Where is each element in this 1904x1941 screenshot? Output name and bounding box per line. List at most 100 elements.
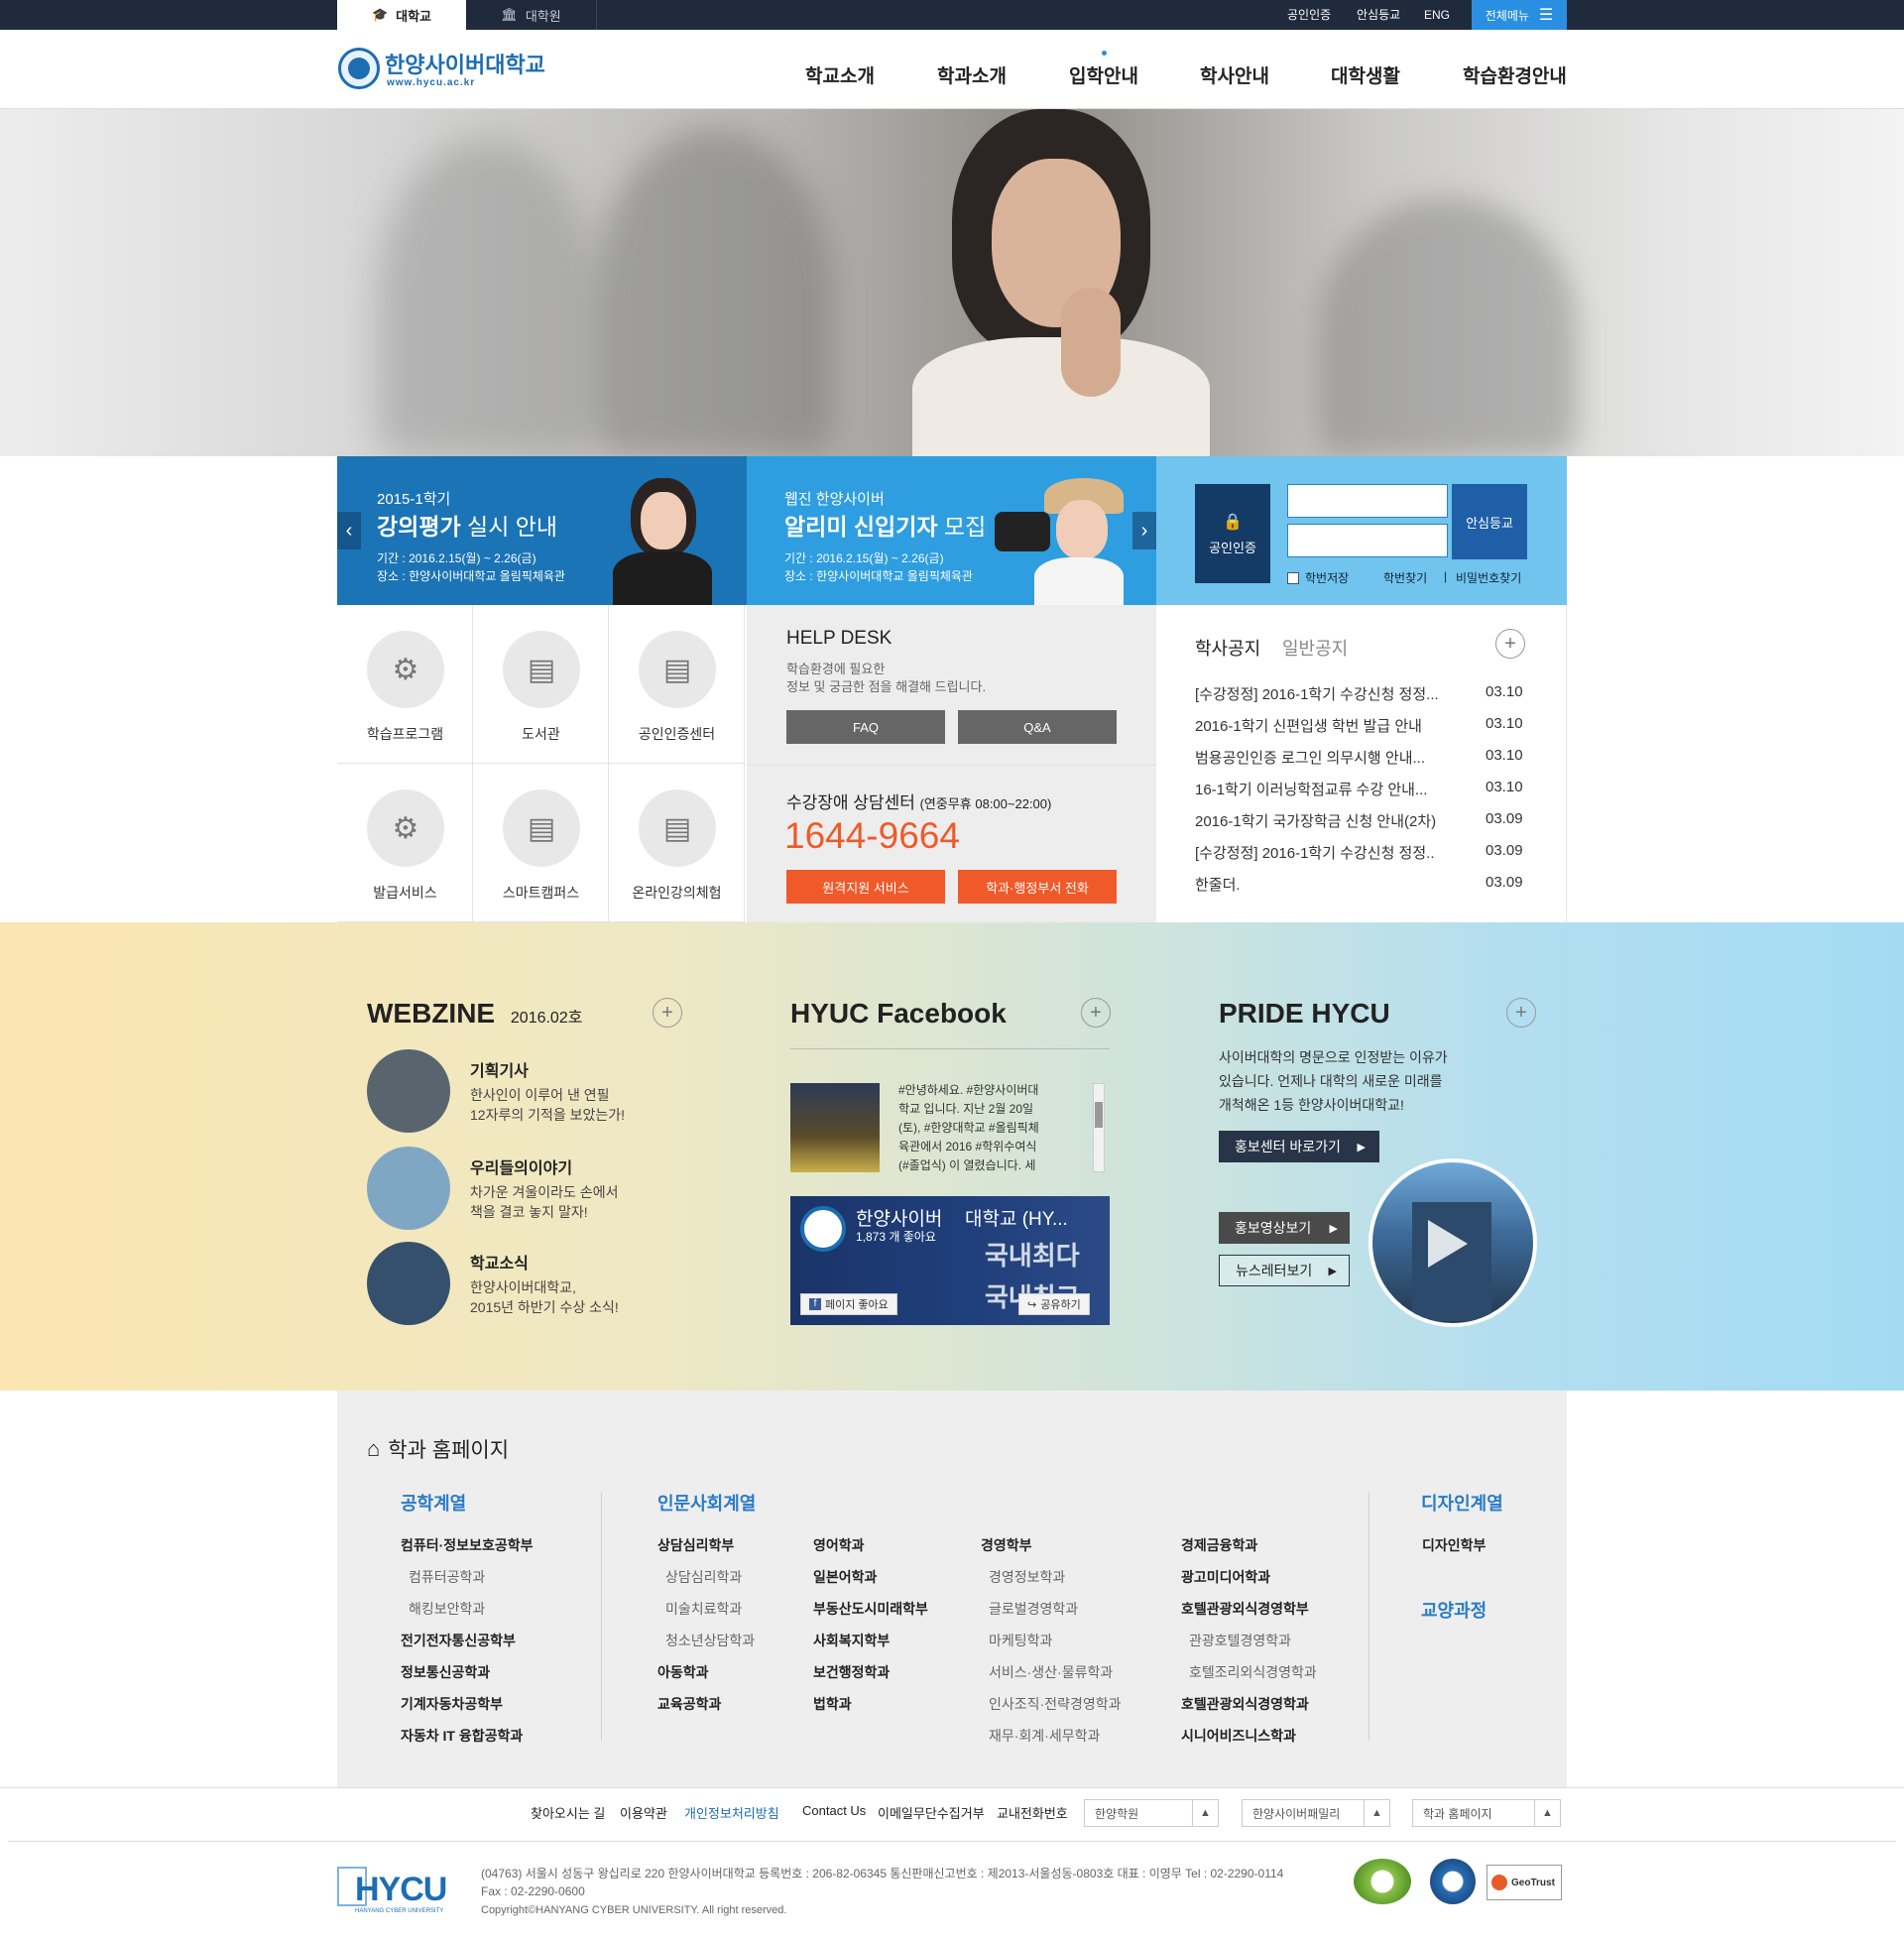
- category-liberal-arts[interactable]: 교양과정: [1421, 1597, 1487, 1623]
- logo-name[interactable]: 한양사이버대학교: [385, 48, 545, 79]
- tab-academic-notice[interactable]: 학사공지: [1195, 635, 1260, 661]
- quick-smart-campus[interactable]: ▤ 스마트캠퍼스: [473, 764, 609, 922]
- dept-link[interactable]: 경제금융학과: [1181, 1535, 1257, 1555]
- facebook-more-button[interactable]: +: [1081, 998, 1111, 1028]
- top-link-certificate[interactable]: 공인인증: [1287, 0, 1331, 30]
- dept-link[interactable]: 보건행정학과: [813, 1662, 890, 1682]
- facebook-like-button[interactable]: f 페이지 좋아요: [800, 1293, 897, 1315]
- nav-learning-env[interactable]: 학습환경안내: [1463, 61, 1567, 88]
- notice-item[interactable]: 범용공인인증 로그인 의무시행 안내...: [1195, 747, 1532, 768]
- select-dept-homepage[interactable]: 학과 홈페이지 ▲: [1412, 1799, 1561, 1827]
- dept-link[interactable]: 사회복지학부: [813, 1631, 890, 1650]
- student-id-input[interactable]: [1287, 484, 1448, 518]
- sub-dept-link[interactable]: 서비스·생산·물류학과: [989, 1662, 1113, 1682]
- dept-link[interactable]: 정보통신공학과: [401, 1662, 490, 1682]
- webzine-item-title[interactable]: 우리들의이야기: [470, 1154, 572, 1178]
- remote-support-button[interactable]: 원격지원 서비스: [786, 870, 945, 904]
- sub-dept-link[interactable]: 호텔조리외식경영학과: [1189, 1662, 1317, 1682]
- dept-link[interactable]: 시니어비즈니스학과: [1181, 1726, 1296, 1746]
- dept-link[interactable]: 부동산도시미래학부: [813, 1599, 928, 1619]
- footer-link-privacy[interactable]: 개인정보처리방침: [684, 1803, 779, 1822]
- sub-dept-link[interactable]: 재무·회계·세무학과: [989, 1726, 1100, 1746]
- tab-general-notice[interactable]: 일반공지: [1282, 635, 1348, 661]
- facebook-page-plugin[interactable]: 한양사이버 대학교 (HY... 1,873 개 좋아요 국내최다 국내최고 f…: [790, 1196, 1110, 1325]
- select-hycu-family[interactable]: 한양사이버패밀리 ▲: [1242, 1799, 1390, 1827]
- dept-link[interactable]: 컴퓨터·정보보호공학부: [401, 1535, 533, 1555]
- dept-link[interactable]: 상담심리학부: [657, 1535, 734, 1555]
- nav-dept-intro[interactable]: 학과소개: [937, 61, 1007, 88]
- nav-academic[interactable]: 학사안내: [1200, 61, 1269, 88]
- facebook-scrollbar[interactable]: [1093, 1083, 1105, 1172]
- footer-link-no-email[interactable]: 이메일무단수집거부: [878, 1803, 985, 1822]
- dept-link[interactable]: 교육공학과: [657, 1694, 721, 1714]
- save-id-checkbox[interactable]: 학번저장: [1287, 569, 1349, 586]
- dept-link[interactable]: 경영학부: [981, 1535, 1032, 1555]
- notice-item[interactable]: [수강정정] 2016-1학기 수강신청 정정...: [1195, 683, 1532, 704]
- tab-graduate-school[interactable]: 🏛 대학원: [466, 0, 597, 30]
- quick-library[interactable]: ▤ 도서관: [473, 605, 609, 764]
- logo-emblem-icon[interactable]: [338, 48, 380, 89]
- dept-link[interactable]: 자동차 IT 융합공학과: [401, 1726, 523, 1746]
- notice-item[interactable]: 한줄더.: [1195, 874, 1532, 895]
- dept-phone-button[interactable]: 학과·행정부서 전화: [958, 870, 1117, 904]
- notice-item[interactable]: 16-1학기 이러닝학점교류 수강 안내...: [1195, 779, 1532, 799]
- qna-button[interactable]: Q&A: [958, 710, 1117, 744]
- dept-link[interactable]: 호텔관광외식경영학부: [1181, 1599, 1309, 1619]
- webzine-thumb-pencils[interactable]: [367, 1049, 450, 1133]
- top-link-eng[interactable]: ENG: [1424, 0, 1450, 30]
- pr-center-button[interactable]: 홍보센터 바로가기 ▶: [1219, 1131, 1379, 1162]
- footer-link-directions[interactable]: 찾아오시는 길: [531, 1803, 605, 1822]
- banner-next-button[interactable]: ›: [1132, 512, 1156, 549]
- notice-item[interactable]: 2016-1학기 신편입생 학번 발급 안내: [1195, 715, 1532, 736]
- sub-dept-link[interactable]: 컴퓨터공학과: [409, 1567, 485, 1587]
- footer-link-contact[interactable]: Contact Us: [802, 1803, 866, 1818]
- promo-video-button[interactable]: 홍보영상보기 ▶: [1219, 1212, 1350, 1244]
- banner-lecture-evaluation[interactable]: 2015-1학기 강의평가 실시 안내 기간 : 2016.2.15(월) ~ …: [337, 456, 747, 605]
- sub-dept-link[interactable]: 청소년상담학과: [665, 1631, 755, 1650]
- sub-dept-link[interactable]: 해킹보안학과: [409, 1599, 485, 1619]
- select-hanyang-foundation[interactable]: 한양학원 ▲: [1084, 1799, 1219, 1827]
- find-id-link[interactable]: 학번찾기: [1383, 569, 1427, 586]
- dept-link[interactable]: 아동학과: [657, 1662, 709, 1682]
- facebook-share-button[interactable]: ↪ 공유하기: [1018, 1293, 1090, 1315]
- dept-link[interactable]: 전기전자통신공학부: [401, 1631, 516, 1650]
- webzine-thumb-trophy[interactable]: [367, 1242, 450, 1325]
- safe-attendance-button[interactable]: 안심등교: [1452, 484, 1527, 559]
- sub-dept-link[interactable]: 미술치료학과: [665, 1599, 742, 1619]
- webzine-item-title[interactable]: 학교소식: [470, 1250, 529, 1274]
- promo-video-thumbnail[interactable]: [1368, 1158, 1537, 1327]
- top-link-safe-attendance[interactable]: 안심등교: [1357, 0, 1400, 30]
- sub-dept-link[interactable]: 글로벌경영학과: [989, 1599, 1078, 1619]
- sub-dept-link[interactable]: 마케팅학과: [989, 1631, 1052, 1650]
- nav-admission[interactable]: 입학안내: [1069, 61, 1138, 88]
- cert-login-button[interactable]: 🔒 공인인증: [1195, 484, 1270, 583]
- all-menu-button[interactable]: 전체메뉴 ☰: [1472, 0, 1567, 30]
- webzine-item-title[interactable]: 기획기사: [470, 1057, 529, 1081]
- dept-link[interactable]: 기계자동차공학부: [401, 1694, 503, 1714]
- footer-link-terms[interactable]: 이용약관: [620, 1803, 667, 1822]
- password-input[interactable]: [1287, 524, 1448, 557]
- banner-prev-button[interactable]: ‹: [337, 512, 361, 549]
- sub-dept-link[interactable]: 관광호텔경영학과: [1189, 1631, 1291, 1650]
- footer-link-phone[interactable]: 교내전화번호: [997, 1803, 1068, 1822]
- dept-link[interactable]: 광고미디어학과: [1181, 1567, 1270, 1587]
- notice-item[interactable]: 2016-1학기 국가장학금 신청 안내(2차): [1195, 810, 1532, 831]
- sub-dept-link[interactable]: 상담심리학과: [665, 1567, 742, 1587]
- webzine-more-button[interactable]: +: [653, 998, 682, 1028]
- newsletter-button[interactable]: 뉴스레터보기 ▶: [1219, 1255, 1350, 1286]
- dept-link[interactable]: 일본어학과: [813, 1567, 877, 1587]
- quick-learning-program[interactable]: ⚙ 학습프로그램: [337, 605, 473, 764]
- sub-dept-link[interactable]: 인사조직·전략경영학과: [989, 1694, 1121, 1714]
- pride-more-button[interactable]: +: [1506, 998, 1536, 1028]
- webzine-thumb-book[interactable]: [367, 1147, 450, 1230]
- dept-link[interactable]: 영어학과: [813, 1535, 865, 1555]
- dept-link[interactable]: 법학과: [813, 1694, 852, 1714]
- dept-link[interactable]: 디자인학부: [1422, 1535, 1486, 1555]
- nav-school-intro[interactable]: 학교소개: [805, 61, 875, 88]
- quick-issuance-service[interactable]: ⚙ 발급서비스: [337, 764, 473, 922]
- faq-button[interactable]: FAQ: [786, 710, 945, 744]
- banner-reporter-recruit[interactable]: 웹진 한양사이버 알리미 신입기자 모집 기간 : 2016.2.15(월) ~…: [747, 456, 1156, 605]
- quick-cert-center[interactable]: ▤ 공인인증센터: [609, 605, 745, 764]
- tab-university[interactable]: 🎓 대학교: [337, 0, 466, 30]
- notice-item[interactable]: [수강정정] 2016-1학기 수강신청 정정..: [1195, 842, 1532, 863]
